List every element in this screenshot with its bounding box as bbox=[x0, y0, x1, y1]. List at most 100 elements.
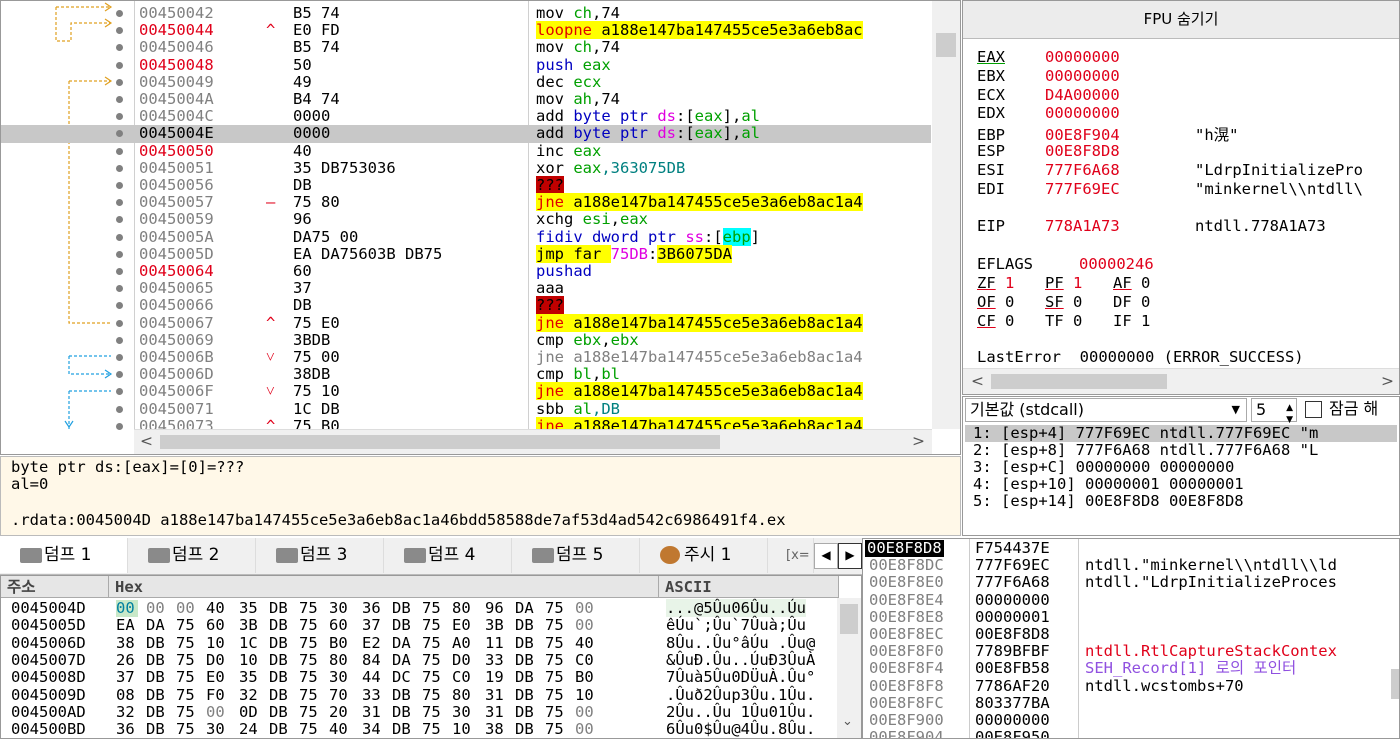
hex-byte[interactable]: 00 bbox=[575, 599, 605, 617]
register-value[interactable]: 777F69EC bbox=[1045, 180, 1195, 198]
breakpoint-dot-icon[interactable] bbox=[116, 10, 123, 17]
arg-row[interactable]: 1: [esp+4] 777F69EC ntdll.777F69EC "m bbox=[973, 425, 1318, 442]
breakpoint-dot-icon[interactable] bbox=[116, 44, 123, 52]
register-value[interactable]: D4A00000 bbox=[1045, 86, 1195, 104]
flag-value[interactable]: 1 bbox=[1073, 274, 1082, 292]
hex-byte[interactable]: 31 bbox=[362, 703, 392, 721]
hex-byte[interactable]: 3B bbox=[239, 616, 269, 634]
hex-byte[interactable]: 38 bbox=[116, 634, 146, 652]
tab-locals[interactable]: [x= bbox=[768, 538, 814, 573]
flag-cell[interactable]: AF 0 bbox=[1113, 274, 1181, 292]
stack-value[interactable]: 00E8F950 bbox=[975, 728, 1050, 738]
hex-byte[interactable]: 19 bbox=[485, 668, 515, 686]
stack-row[interactable]: 00E8F8E0 777F6A68 ntdll."LdrpInitializePro… bbox=[863, 574, 1399, 591]
stack-value[interactable]: 00E8FB58 bbox=[975, 660, 1050, 677]
breakpoint-dot-icon[interactable] bbox=[116, 182, 123, 189]
hex-byte[interactable]: 75 bbox=[299, 686, 329, 704]
hex-byte[interactable]: 00 bbox=[176, 599, 206, 617]
hex-byte[interactable]: 30 bbox=[452, 703, 482, 721]
scroll-thumb[interactable] bbox=[991, 374, 1167, 389]
dump-hex[interactable]: 26 DB 75 D0 10 DB 75 80 84 DA 75 D0 33 DB 75 C0 bbox=[116, 651, 666, 669]
hex-byte[interactable]: 3B bbox=[485, 616, 515, 634]
disasm-hscrollbar[interactable]: < > bbox=[134, 429, 932, 454]
flag-cell[interactable]: CF 0 bbox=[977, 312, 1045, 330]
register-row[interactable]: ESP 00E8F8D8 bbox=[977, 142, 1195, 160]
disassembly-view[interactable]: 00450042 B5 74 mov ch,74 00450044 ^ E0 FD loop… bbox=[0, 0, 961, 455]
stack-value[interactable]: 00000000 bbox=[975, 591, 1050, 609]
hex-byte[interactable]: 84 bbox=[362, 651, 392, 669]
breakpoint-dot-icon[interactable] bbox=[116, 96, 123, 103]
dump-hex[interactable]: 00 00 00 40 35 DB 75 30 36 DB 75 80 96 DA 75 00 bbox=[116, 599, 666, 618]
hex-byte[interactable]: 1C bbox=[239, 634, 269, 652]
hex-byte[interactable]: 26 bbox=[116, 651, 146, 669]
hex-byte[interactable]: 31 bbox=[485, 686, 515, 704]
hex-byte[interactable]: DB bbox=[269, 651, 299, 669]
hex-byte[interactable]: 75 bbox=[545, 616, 575, 634]
hex-byte[interactable]: 70 bbox=[329, 686, 359, 704]
convention-select[interactable]: 기본값 (stdcall) ▼ bbox=[965, 398, 1247, 422]
hex-byte[interactable]: 10 bbox=[452, 720, 482, 738]
hex-byte[interactable]: C0 bbox=[575, 651, 605, 669]
hex-byte[interactable]: DB bbox=[392, 599, 422, 617]
instruction-row[interactable]: 0045005A DA75 00 fidiv dword ptr ss:[ebp] bbox=[1, 227, 931, 246]
tab-dump-5[interactable]: 덤프 5 bbox=[512, 538, 640, 573]
breakpoint-dot-icon[interactable] bbox=[116, 388, 123, 396]
column-header-address[interactable]: 주소 bbox=[1, 576, 109, 598]
dump-row[interactable]: 0045005D EA DA 75 60 3B DB 75 60 37 DB 75 E0 3B DB 75 00… bbox=[11, 616, 806, 634]
hex-byte[interactable]: DB bbox=[392, 703, 422, 721]
stack-value[interactable]: 777F6A68 bbox=[975, 574, 1050, 591]
dump-hex[interactable]: 38 DB 75 10 1C DB 75 B0 E2 DA 75 A0 11 DB 75 40 bbox=[116, 634, 666, 652]
fpu-hide-button[interactable]: FPU 숨기기 bbox=[963, 1, 1399, 39]
hex-byte[interactable]: DB bbox=[515, 703, 545, 721]
instruction-row[interactable]: 00450049 49 dec ecx bbox=[1, 73, 931, 91]
column-header-ascii[interactable]: ASCII bbox=[659, 576, 839, 598]
instruction-row[interactable]: 00450065 37 aaa bbox=[1, 279, 931, 297]
arg-row[interactable]: 3: [esp+C] 00000000 00000000 bbox=[973, 459, 1234, 476]
stack-row[interactable]: 00E8F904 00E8F950 bbox=[863, 728, 1399, 738]
hex-byte[interactable]: 40 bbox=[575, 634, 605, 652]
hex-byte[interactable]: 60 bbox=[329, 616, 359, 634]
hex-byte[interactable]: 75 bbox=[176, 616, 206, 634]
register-row[interactable]: ESI 777F6A68 "LdrpInitializePro bbox=[977, 161, 1363, 179]
dump-hex[interactable]: 08 DB 75 F0 32 DB 75 70 33 DB 75 80 31 DB 75 10 bbox=[116, 686, 666, 704]
tab-watch-1[interactable]: 주시 1 bbox=[640, 538, 768, 573]
stack-row[interactable]: 00E8F8F4 00E8FB58 SEH_Record[1] 로의 포인터 bbox=[863, 660, 1399, 677]
breakpoint-dot-icon[interactable] bbox=[116, 422, 123, 430]
breakpoint-dot-icon[interactable] bbox=[116, 130, 123, 138]
breakpoint-dot-icon[interactable] bbox=[116, 199, 123, 207]
dump-row[interactable]: 0045006D 38 DB 75 10 1C DB 75 B0 E2 DA 75 A0 11 DB 75 40… bbox=[11, 634, 815, 652]
tab-dump-3[interactable]: 덤프 3 bbox=[256, 538, 384, 573]
hex-byte[interactable]: 75 bbox=[176, 651, 206, 669]
breakpoint-dot-icon[interactable] bbox=[116, 405, 123, 413]
hex-byte[interactable]: DB bbox=[515, 686, 545, 704]
flag-value[interactable]: 1 bbox=[1005, 274, 1014, 292]
hex-byte[interactable]: C0 bbox=[452, 668, 482, 686]
dump-row[interactable]: 0045007D 26 DB 75 D0 10 DB 75 80 84 DA 75 D0 33 DB 75 C0… bbox=[11, 651, 815, 669]
hex-byte[interactable]: 35 bbox=[239, 668, 269, 686]
chevron-down-icon[interactable]: ⌄ bbox=[842, 714, 853, 729]
stack-row[interactable]: 00E8F8D8 F754437E bbox=[863, 539, 1399, 558]
flag-cell[interactable]: OF 0 bbox=[977, 293, 1045, 311]
lock-checkbox[interactable] bbox=[1305, 401, 1322, 418]
stack-row[interactable]: 00E8F8DC 777F69EC ntdll."minkernel\\ntdll\… bbox=[863, 556, 1399, 574]
hex-byte[interactable]: 31 bbox=[485, 703, 515, 721]
hex-byte[interactable]: 75 bbox=[545, 651, 575, 669]
hex-byte[interactable]: DA bbox=[146, 616, 176, 634]
hex-byte[interactable]: DB bbox=[146, 668, 176, 686]
hex-byte[interactable]: 75 bbox=[299, 720, 329, 738]
stack-value[interactable]: 7789BFBF bbox=[975, 642, 1050, 660]
instruction-row[interactable]: 00450051 35 DB753036 xor eax,363075DB bbox=[1, 159, 931, 177]
hex-byte[interactable]: DB bbox=[146, 634, 176, 652]
hex-byte[interactable]: 80 bbox=[329, 651, 359, 669]
hex-byte[interactable]: A0 bbox=[452, 634, 482, 652]
dump-hex[interactable]: 36 DB 75 30 24 DB 75 40 34 DB 75 10 38 DB 75 00 bbox=[116, 720, 666, 738]
hex-byte[interactable]: DB bbox=[146, 651, 176, 669]
arg-row[interactable]: 4: [esp+10] 00000001 00000001 bbox=[973, 476, 1244, 493]
flag-cell[interactable]: IF 1 bbox=[1113, 312, 1181, 330]
hex-byte[interactable]: 75 bbox=[422, 651, 452, 669]
breakpoint-dot-icon[interactable] bbox=[116, 250, 123, 258]
column-header-hex[interactable]: Hex bbox=[109, 576, 659, 598]
hex-byte[interactable]: DB bbox=[392, 720, 422, 738]
stack-value[interactable]: F754437E bbox=[975, 539, 1050, 557]
dump-hex[interactable]: 37 DB 75 E0 35 DB 75 30 44 DC 75 C0 19 DB 75 B0 bbox=[116, 668, 666, 686]
